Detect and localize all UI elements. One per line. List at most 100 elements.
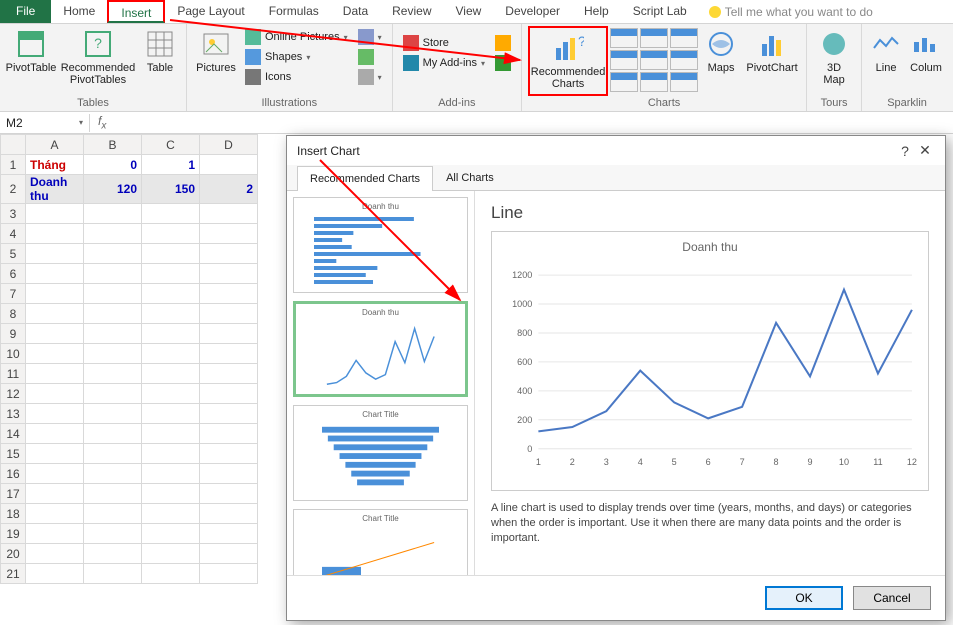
tab-developer[interactable]: Developer (493, 0, 572, 23)
col-header[interactable]: D (200, 135, 258, 155)
table-button[interactable]: Table (140, 26, 180, 76)
cell[interactable] (142, 244, 200, 264)
cell[interactable] (26, 404, 84, 424)
tab-recommended-charts[interactable]: Recommended Charts (297, 166, 433, 191)
cell[interactable] (26, 284, 84, 304)
chart-thumbnail-funnel[interactable]: Chart Title (293, 405, 468, 501)
cell[interactable] (84, 284, 142, 304)
3dmodels-button[interactable]: ▾ (354, 28, 386, 46)
row-header[interactable]: 17 (1, 484, 26, 504)
cell[interactable] (142, 424, 200, 444)
cell[interactable] (26, 524, 84, 544)
row-header[interactable]: 7 (1, 284, 26, 304)
cell[interactable] (142, 484, 200, 504)
cell[interactable] (142, 284, 200, 304)
cell[interactable] (26, 464, 84, 484)
cell[interactable] (142, 204, 200, 224)
cell[interactable] (200, 284, 258, 304)
row-header[interactable]: 8 (1, 304, 26, 324)
cell[interactable]: Tháng (26, 155, 84, 175)
sparkline-line-button[interactable]: Line (868, 26, 904, 76)
maps-button[interactable]: Maps (700, 26, 742, 76)
smartart-button[interactable] (354, 48, 386, 66)
cell[interactable]: 150 (142, 175, 200, 204)
cell[interactable] (84, 504, 142, 524)
chart-thumbnail-bar[interactable]: Doanh thu (293, 197, 468, 293)
cell[interactable] (142, 564, 200, 584)
cell[interactable] (200, 524, 258, 544)
cell[interactable] (142, 344, 200, 364)
col-header[interactable]: A (26, 135, 84, 155)
cell[interactable] (200, 304, 258, 324)
cell[interactable] (84, 464, 142, 484)
cell[interactable] (200, 324, 258, 344)
bar-chart-icon[interactable] (640, 28, 668, 48)
row-header[interactable]: 2 (1, 175, 26, 204)
cell[interactable]: 1 (142, 155, 200, 175)
store-button[interactable]: Store (399, 34, 489, 52)
tab-data[interactable]: Data (331, 0, 380, 23)
row-header[interactable]: 20 (1, 544, 26, 564)
pivotchart-button[interactable]: PivotChart (744, 26, 800, 76)
cell[interactable]: Doanh thu (26, 175, 84, 204)
cell[interactable] (142, 444, 200, 464)
cell[interactable] (142, 464, 200, 484)
area-chart-icon[interactable] (640, 50, 668, 70)
cell[interactable] (26, 364, 84, 384)
tab-pagelayout[interactable]: Page Layout (165, 0, 256, 23)
stock-chart-icon[interactable] (670, 50, 698, 70)
cell[interactable] (200, 544, 258, 564)
row-header[interactable]: 5 (1, 244, 26, 264)
3d-map-button[interactable]: 3D Map (813, 26, 855, 88)
cell[interactable] (200, 564, 258, 584)
scatter-chart-icon[interactable] (640, 72, 668, 92)
cell[interactable] (142, 224, 200, 244)
cell[interactable] (26, 484, 84, 504)
close-button[interactable]: ✕ (915, 142, 935, 159)
cell[interactable] (142, 324, 200, 344)
tell-me[interactable]: Tell me what you want to do (699, 0, 883, 23)
col-header[interactable]: C (142, 135, 200, 155)
chart-thumbnail-area[interactable]: Chart Title (293, 509, 468, 575)
cell[interactable] (200, 204, 258, 224)
treemap-chart-icon[interactable] (670, 28, 698, 48)
online-pictures-button[interactable]: Online Pictures▾ (241, 28, 352, 46)
cell[interactable] (142, 544, 200, 564)
row-header[interactable]: 1 (1, 155, 26, 175)
screenshot-button[interactable]: ▾ (354, 68, 386, 86)
cell[interactable] (84, 304, 142, 324)
cell[interactable] (84, 444, 142, 464)
cell[interactable] (200, 155, 258, 175)
cell[interactable] (84, 384, 142, 404)
cell[interactable] (200, 424, 258, 444)
tab-all-charts[interactable]: All Charts (433, 165, 507, 190)
cell[interactable]: 2 (200, 175, 258, 204)
cell[interactable] (26, 544, 84, 564)
pivottable-button[interactable]: PivotTable (6, 26, 56, 76)
cell[interactable] (26, 264, 84, 284)
cell[interactable] (84, 364, 142, 384)
cell[interactable] (84, 424, 142, 444)
row-header[interactable]: 14 (1, 424, 26, 444)
cell[interactable] (200, 464, 258, 484)
row-header[interactable]: 21 (1, 564, 26, 584)
cell[interactable] (200, 244, 258, 264)
recommended-list[interactable]: Doanh thuDoanh thuChart TitleChart Title (287, 191, 475, 575)
icons-button[interactable]: Icons (241, 68, 352, 86)
cell[interactable] (26, 224, 84, 244)
cell[interactable] (200, 484, 258, 504)
row-header[interactable]: 13 (1, 404, 26, 424)
cell[interactable] (142, 504, 200, 524)
cell[interactable] (84, 264, 142, 284)
line-chart-icon[interactable] (610, 50, 638, 70)
tab-scriptlab[interactable]: Script Lab (621, 0, 699, 23)
cell[interactable] (200, 504, 258, 524)
recommended-charts-button[interactable]: ?Recommended Charts (528, 26, 608, 96)
row-header[interactable]: 18 (1, 504, 26, 524)
cell[interactable] (26, 424, 84, 444)
row-header[interactable]: 10 (1, 344, 26, 364)
cell[interactable]: 0 (84, 155, 142, 175)
col-header[interactable]: B (84, 135, 142, 155)
row-header[interactable]: 3 (1, 204, 26, 224)
column-chart-icon[interactable] (610, 28, 638, 48)
